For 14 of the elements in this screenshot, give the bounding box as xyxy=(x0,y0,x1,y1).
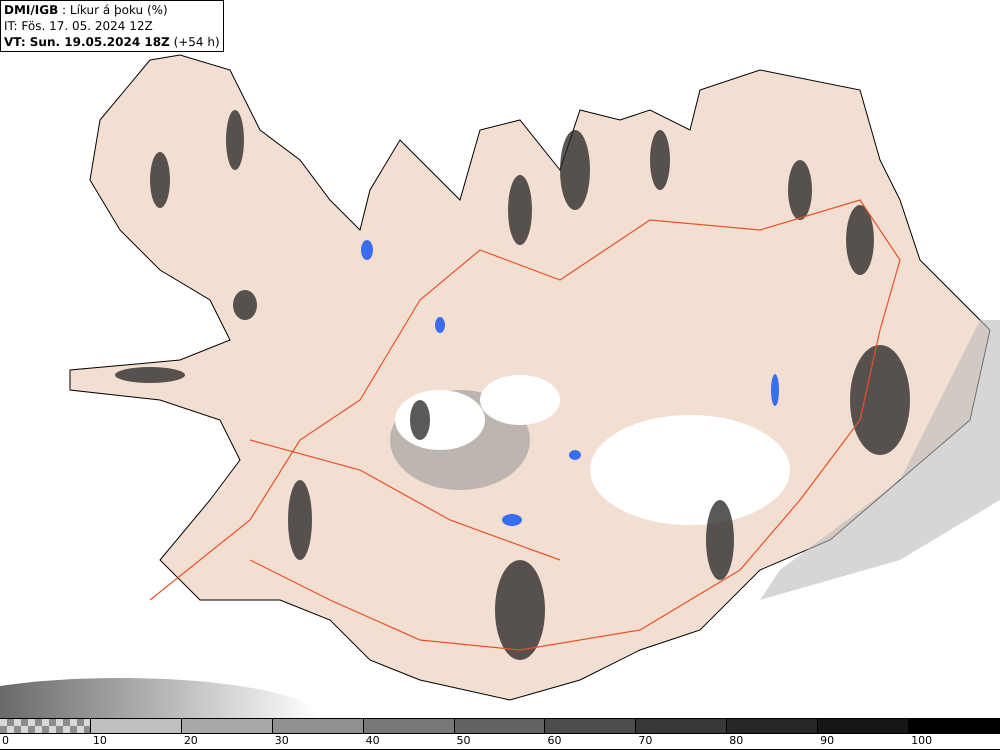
legend-label: 100 xyxy=(910,734,932,748)
valid-time: VT: Sun. 19.05.2024 18Z (+54 h) xyxy=(4,34,220,50)
legend-label: 40 xyxy=(364,734,380,748)
legend-label: 60 xyxy=(546,734,562,748)
legend-label: 90 xyxy=(819,734,834,748)
legend-label: 50 xyxy=(456,734,471,748)
legend-label: 20 xyxy=(182,734,198,748)
legend-label: 70 xyxy=(637,734,652,748)
map-title: DMI/IGB : Líkur á þoku (%) xyxy=(4,2,169,18)
legend-label: 10 xyxy=(92,734,107,748)
legend-label: 0 xyxy=(1,734,9,748)
legend-label: 30 xyxy=(274,734,289,748)
issue-time: IT: Fös. 17. 05. 2024 12Z xyxy=(4,18,154,34)
legend-label: 80 xyxy=(728,734,744,748)
